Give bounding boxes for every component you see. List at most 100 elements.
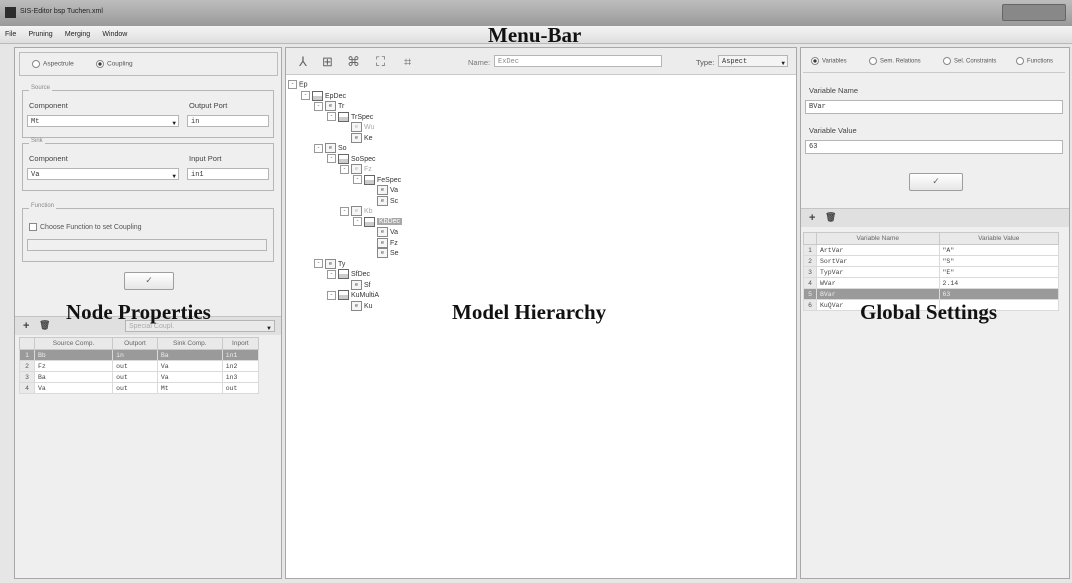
table-row[interactable]: 2 Fz out Va in2: [19, 360, 260, 372]
tree-node[interactable]: e Ke: [340, 132, 373, 143]
table-row[interactable]: 3 Ba out Va in3: [19, 371, 260, 383]
menu-file[interactable]: File: [0, 26, 21, 38]
tree-node[interactable]: e Se: [366, 248, 399, 258]
tab-sem-relations[interactable]: Sem. Relations: [869, 57, 921, 65]
table-cell[interactable]: "S": [938, 255, 1060, 267]
table-row[interactable]: 5 BVar 63: [803, 288, 1060, 300]
table-row[interactable]: 1 Bb in Ba in1: [19, 349, 260, 361]
col-sink-comp[interactable]: Sink Comp.: [156, 337, 223, 350]
collapse-toggle-icon[interactable]: -: [353, 217, 362, 226]
col-variable-value[interactable]: Variable Value: [938, 232, 1060, 245]
table-cell[interactable]: in2: [221, 360, 260, 372]
collapse-toggle-icon[interactable]: -: [327, 154, 336, 163]
collapse-toggle-icon[interactable]: -: [288, 80, 297, 89]
table-row[interactable]: 4 WVar 2.14: [803, 277, 1060, 289]
collapse-toggle-icon[interactable]: -: [314, 143, 323, 153]
table-cell[interactable]: 2.14: [938, 277, 1060, 289]
tree-node[interactable]: - EpDec: [301, 90, 346, 101]
table-cell[interactable]: in: [112, 349, 158, 361]
radio-aspectrule[interactable]: Aspectrule: [32, 60, 74, 68]
table-cell[interactable]: Ba: [156, 349, 223, 361]
table-row[interactable]: 1 ArtVar "A": [803, 244, 1060, 256]
table-cell[interactable]: in1: [221, 349, 260, 361]
table-cell[interactable]: Bb: [33, 349, 114, 361]
table-row[interactable]: 3 TypVar "E": [803, 266, 1060, 278]
apply-coupling-button[interactable]: ✓: [124, 272, 174, 290]
tree-node[interactable]: e Va: [366, 227, 398, 237]
tree-node[interactable]: e Va: [366, 185, 398, 195]
table-cell[interactable]: out: [112, 360, 158, 372]
collapse-toggle-icon[interactable]: -: [327, 112, 336, 121]
tab-sel-constraints[interactable]: Sel. Constraints: [943, 57, 996, 65]
function-field[interactable]: [27, 239, 267, 251]
trash-icon[interactable]: 🗑: [39, 320, 50, 331]
tree-node[interactable]: - e Fz: [340, 164, 372, 174]
collapse-icon[interactable]: ⌗: [404, 54, 411, 70]
collapse-toggle-icon[interactable]: -: [327, 269, 336, 279]
apply-variable-button[interactable]: ✓: [909, 173, 963, 191]
tree-node[interactable]: e Ku: [340, 300, 373, 311]
table-cell[interactable]: Va: [33, 382, 114, 394]
table-cell[interactable]: TypVar: [816, 266, 940, 278]
add-icon[interactable]: +: [809, 212, 815, 224]
col-variable-name[interactable]: Variable Name: [816, 232, 940, 245]
collapse-toggle-icon[interactable]: -: [314, 101, 323, 111]
menu-pruning[interactable]: Pruning: [24, 26, 58, 38]
tree-node[interactable]: e Fz: [366, 237, 398, 248]
name-field[interactable]: ExDec: [494, 55, 662, 67]
collapse-toggle-icon[interactable]: -: [340, 206, 349, 216]
tree-node[interactable]: - FeSpec: [353, 174, 401, 185]
col-outport[interactable]: Outport: [112, 337, 158, 350]
add-node-icon[interactable]: ⊞: [322, 54, 333, 70]
table-cell[interactable]: "E": [938, 266, 1060, 278]
table-cell[interactable]: Va: [156, 371, 223, 383]
table-row[interactable]: 4 Va out Mt out: [19, 382, 260, 394]
collapse-toggle-icon[interactable]: -: [314, 259, 323, 268]
menu-window[interactable]: Window: [97, 26, 132, 38]
table-cell[interactable]: Mt: [156, 382, 223, 394]
tab-variables[interactable]: Variables: [811, 57, 847, 65]
tree-node[interactable]: - e So: [314, 143, 347, 153]
delete-node-icon[interactable]: ⌘: [347, 54, 360, 70]
collapse-toggle-icon[interactable]: -: [353, 175, 362, 184]
table-cell[interactable]: out: [221, 382, 260, 394]
expand-icon[interactable]: ⛶: [376, 54, 385, 70]
tree-node[interactable]: - e Ty: [314, 258, 345, 269]
trash-icon[interactable]: 🗑: [825, 212, 836, 223]
function-checkbox[interactable]: Choose Function to set Coupling: [29, 223, 142, 231]
radio-coupling[interactable]: Coupling: [96, 60, 133, 68]
collapse-toggle-icon[interactable]: -: [327, 290, 336, 300]
table-cell[interactable]: SortVar: [816, 255, 940, 267]
sink-component-combo[interactable]: Va ▼: [27, 168, 179, 180]
table-row[interactable]: 2 SortVar "S": [803, 255, 1060, 267]
table-cell[interactable]: "A": [938, 244, 1060, 256]
tree-node[interactable]: - e Kb: [340, 206, 373, 216]
collapse-toggle-icon[interactable]: -: [301, 91, 310, 100]
source-component-combo[interactable]: Mt ▼: [27, 115, 179, 127]
table-cell[interactable]: ArtVar: [816, 244, 940, 256]
menu-merging[interactable]: Merging: [60, 26, 95, 38]
col-inport[interactable]: Inport: [221, 337, 260, 350]
add-icon[interactable]: +: [23, 320, 29, 332]
tree-node[interactable]: - Ep: [288, 80, 308, 90]
collapse-toggle-icon[interactable]: -: [340, 164, 349, 174]
tree-node[interactable]: e Wu: [340, 122, 374, 132]
table-cell[interactable]: Va: [156, 360, 223, 372]
table-cell[interactable]: BVar: [816, 288, 940, 300]
table-cell[interactable]: Ba: [33, 371, 114, 383]
tab-functions[interactable]: Functions: [1016, 57, 1053, 65]
col-source-comp[interactable]: Source Comp.: [33, 337, 114, 350]
table-cell[interactable]: 63: [938, 288, 1060, 300]
tree-node[interactable]: - KbDec: [353, 216, 403, 227]
tree-node[interactable]: e Sf: [340, 279, 371, 290]
table-cell[interactable]: out: [112, 382, 158, 394]
sink-port-field[interactable]: in1: [187, 168, 269, 180]
tree-node[interactable]: e Sc: [366, 195, 398, 206]
tree-node[interactable]: - e Tr: [314, 101, 344, 111]
source-port-field[interactable]: in: [187, 115, 269, 127]
table-cell[interactable]: WVar: [816, 277, 940, 289]
type-combo[interactable]: Aspect ▼: [718, 55, 788, 67]
window-controls[interactable]: [1002, 4, 1066, 21]
tree-node[interactable]: - SfDec: [327, 269, 370, 279]
prune-icon[interactable]: ⅄: [299, 54, 307, 70]
